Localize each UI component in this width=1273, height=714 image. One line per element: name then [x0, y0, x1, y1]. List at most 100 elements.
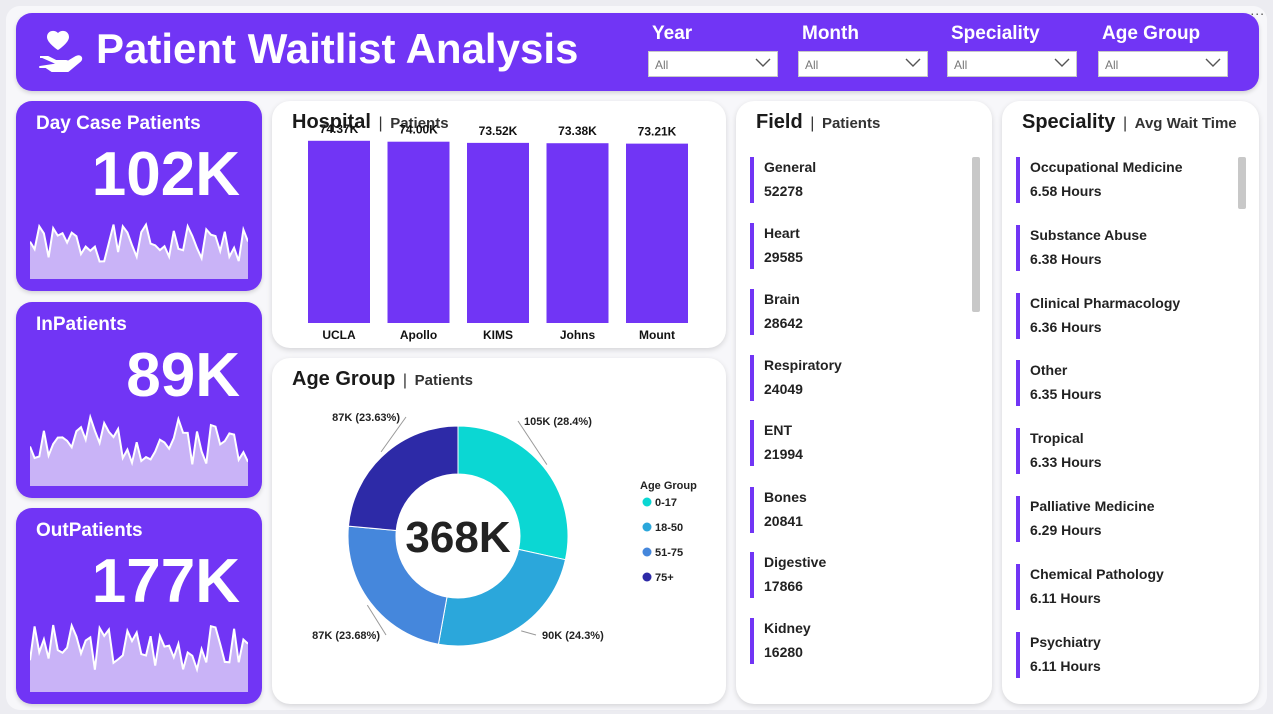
kpi-label: OutPatients — [36, 520, 143, 541]
filter-age-group-label: Age Group — [1102, 23, 1201, 44]
bar-category-label: Johns — [560, 328, 596, 342]
bar-data-label: 74.37K — [320, 122, 359, 136]
kpi-label: Day Case Patients — [36, 113, 201, 134]
legend-marker — [642, 547, 652, 557]
hospital-card: Hospital | Patients 74.37K UCLA 74.00K Apol… — [272, 101, 726, 348]
speciality-item-name: Palliative Medicine — [1030, 498, 1155, 514]
bar[interactable] — [626, 143, 688, 323]
field-item-value: 29585 — [764, 249, 803, 265]
kpi-card-outpatients[interactable]: OutPatients 177K — [16, 508, 262, 704]
speciality-item-name: Tropical — [1030, 430, 1084, 446]
field-item-value: 16280 — [764, 644, 803, 660]
field-item-bones[interactable]: Bones 20841 — [750, 487, 807, 533]
speciality-item[interactable]: Substance Abuse 6.38 Hours — [1016, 225, 1147, 271]
donut-data-label: 87K (23.63%) — [332, 412, 400, 424]
speciality-subtitle: Avg Wait Time — [1134, 115, 1237, 132]
field-item-respiratory[interactable]: Respiratory 24049 — [750, 355, 842, 401]
filter-year-dropdown[interactable]: All — [648, 51, 778, 77]
age-group-donut-chart: 105K (28.4%) 90K (24.3%) 87K (23.68%) 87K (… — [312, 412, 697, 647]
bar-data-label: 73.38K — [558, 124, 597, 138]
bar-category-label: KIMS — [483, 328, 513, 342]
field-item-general[interactable]: General 52278 — [750, 157, 816, 203]
speciality-title-text: Speciality — [1022, 111, 1116, 133]
field-card: Field | Patients General 52278 Heart 295… — [736, 101, 992, 704]
speciality-title: Speciality | Avg Wait Time — [1022, 111, 1237, 134]
sparkline-area — [30, 622, 248, 692]
sparkline-area — [30, 413, 248, 486]
kpi-card-inpatients[interactable]: InPatients 89K — [16, 302, 262, 498]
filter-speciality-value: All — [954, 58, 968, 72]
bar-data-label: 73.21K — [638, 125, 677, 139]
chevron-down-icon — [905, 58, 921, 67]
speciality-item-value: 6.29 Hours — [1030, 522, 1102, 538]
filter-month-dropdown[interactable]: All — [798, 51, 928, 77]
filter-speciality-dropdown[interactable]: All — [947, 51, 1077, 77]
legend-item-label: 51-75 — [655, 547, 683, 559]
speciality-item-name: Clinical Pharmacology — [1030, 295, 1181, 311]
speciality-item-value: 6.35 Hours — [1030, 386, 1102, 402]
chevron-down-icon — [1054, 58, 1070, 67]
callout-line — [521, 630, 537, 636]
speciality-item-value: 6.58 Hours — [1030, 183, 1102, 199]
field-item-brain[interactable]: Brain 28642 — [750, 289, 803, 335]
speciality-item-name: Substance Abuse — [1030, 227, 1147, 243]
kpi-card-day-case[interactable]: Day Case Patients 102K — [16, 101, 262, 291]
field-item-name: Kidney — [764, 620, 811, 636]
field-item-name: Respiratory — [764, 357, 842, 373]
filter-month-label: Month — [802, 23, 859, 44]
legend-item-label: 75+ — [655, 572, 674, 584]
field-title: Field | Patients — [756, 111, 880, 134]
speciality-item[interactable]: Psychiatry 6.11 Hours — [1016, 632, 1101, 678]
speciality-item-value: 6.11 Hours — [1030, 590, 1101, 606]
bar-category-label: Apollo — [400, 328, 437, 342]
donut-data-label: 87K (23.68%) — [312, 630, 380, 642]
speciality-item-name: Psychiatry — [1030, 634, 1101, 650]
chevron-down-icon — [1205, 58, 1221, 67]
speciality-item-name: Chemical Pathology — [1030, 566, 1164, 582]
field-item-ent[interactable]: ENT 21994 — [750, 420, 803, 466]
bar[interactable] — [308, 140, 370, 323]
filter-year: Year All — [648, 23, 778, 77]
kpi-value: 102K — [91, 140, 240, 209]
title-separator: | — [1122, 115, 1128, 132]
field-item-value: 24049 — [764, 381, 803, 397]
field-item-name: ENT — [764, 422, 792, 438]
speciality-item[interactable]: Occupational Medicine 6.58 Hours — [1016, 157, 1182, 203]
speciality-item[interactable]: Chemical Pathology 6.11 Hours — [1016, 564, 1164, 610]
donut-center-total: 368K — [405, 513, 510, 562]
bar-data-label: 73.52K — [479, 124, 518, 138]
filter-year-value: All — [655, 58, 669, 72]
speciality-item[interactable]: Clinical Pharmacology 6.36 Hours — [1016, 293, 1180, 339]
speciality-item[interactable]: Palliative Medicine 6.29 Hours — [1016, 496, 1155, 542]
field-scrollbar[interactable] — [972, 157, 980, 312]
kpi-label: InPatients — [36, 314, 127, 335]
speciality-card: Speciality | Avg Wait Time Occupational … — [1002, 101, 1259, 704]
field-item-kidney[interactable]: Kidney 16280 — [750, 618, 811, 664]
speciality-item[interactable]: Other 6.35 Hours — [1016, 360, 1102, 406]
filter-age-group-value: All — [1105, 58, 1119, 72]
filter-age-group: Age Group All — [1098, 23, 1228, 77]
bar[interactable] — [546, 143, 609, 323]
legend-item-label: 18-50 — [655, 522, 683, 534]
filter-age-group-dropdown[interactable]: All — [1098, 51, 1228, 77]
sparkline-area — [30, 222, 248, 279]
bar[interactable] — [467, 142, 529, 323]
speciality-item[interactable]: Tropical 6.33 Hours — [1016, 428, 1102, 474]
speciality-item-value: 6.33 Hours — [1030, 454, 1102, 470]
field-item-digestive[interactable]: Digestive 17866 — [750, 552, 826, 598]
speciality-item-value: 6.36 Hours — [1030, 319, 1102, 335]
field-item-name: General — [764, 159, 817, 175]
legend-marker — [642, 497, 652, 507]
speciality-item-name: Other — [1030, 362, 1068, 378]
field-item-name: Brain — [764, 291, 800, 307]
field-item-value: 20841 — [764, 513, 803, 529]
donut-data-label: 90K (24.3%) — [542, 630, 604, 642]
field-subtitle: Patients — [821, 115, 881, 132]
filter-speciality: Speciality All — [947, 23, 1077, 77]
field-item-value: 52278 — [764, 183, 803, 199]
bar[interactable] — [387, 141, 450, 323]
field-item-value: 28642 — [764, 315, 803, 331]
field-item-heart[interactable]: Heart 29585 — [750, 223, 803, 269]
hospital-bar-chart: 74.37K UCLA 74.00K Apollo 73.52K KIMS 73.38K Jo… — [308, 122, 688, 342]
speciality-scrollbar[interactable] — [1238, 157, 1246, 209]
